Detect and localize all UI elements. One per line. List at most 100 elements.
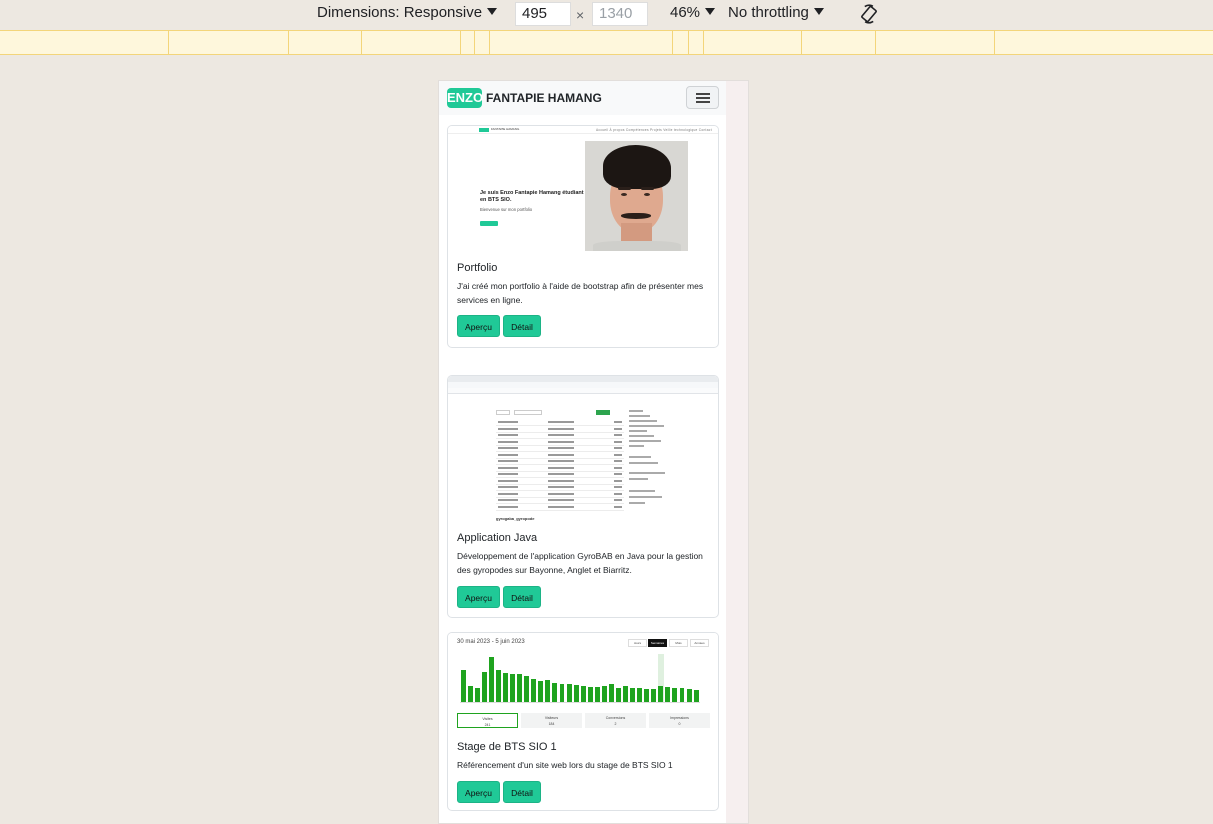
ruler-mark (489, 31, 490, 54)
chart-bar (467, 686, 473, 702)
chevron-down-icon (813, 8, 824, 15)
device-viewport: ENZO FANTAPIE HAMANG FANTAPIE HAMANG Acc… (438, 80, 749, 824)
dimensions-label: Dimensions: Responsive (317, 4, 483, 21)
java-thumbnail: gyrogaba_gyropode (448, 376, 718, 526)
thumb-brand: FANTAPIE HAMANG (491, 127, 520, 131)
stat-value: 2 (614, 722, 617, 726)
chart-bar (644, 689, 650, 702)
repo-file-row (496, 466, 624, 472)
repo-file-row (496, 479, 624, 485)
repo-file-row (496, 453, 624, 459)
detail-button[interactable]: Détail (503, 315, 541, 337)
repo-file-row (496, 485, 624, 491)
chart-bar (623, 686, 628, 702)
card-text: Développement de l'application GyroBAB e… (457, 551, 703, 575)
repo-sidebar-line (629, 472, 665, 474)
chart-bar (545, 680, 551, 702)
thumb-headline: Je suis Enzo Fantapie Hamang étudiant en… (480, 190, 584, 203)
chart-bar (651, 689, 657, 702)
chart-bar (587, 686, 593, 702)
chart-bar (665, 686, 671, 702)
repo-file-row (496, 492, 624, 498)
ruler-mark (361, 31, 362, 54)
rotate-icon[interactable] (858, 3, 880, 25)
thumb-subline: Bienvenue sur mon portfolio (480, 207, 533, 212)
repo-sidebar-line (629, 420, 657, 422)
detail-button[interactable]: Détail (503, 586, 541, 608)
thumb-navbar: FANTAPIE HAMANG Accueil À propos Compéte… (448, 126, 718, 134)
thumb-tab: Semaines (648, 639, 667, 647)
card-title: Application Java (457, 532, 538, 544)
throttling-label: No throttling (728, 4, 809, 21)
zoom-dropdown[interactable]: 46% (670, 4, 716, 21)
ruler-mark (288, 31, 289, 54)
stat-value: 241 (484, 723, 491, 727)
chart-bar (503, 673, 508, 702)
thumb-tab: Années (690, 639, 709, 647)
chart-bar (608, 684, 614, 702)
thumb-tab: Jours (628, 639, 647, 647)
ruler-mark (672, 31, 673, 54)
thumb-stat: Visites 241 (457, 713, 518, 728)
brand-name[interactable]: FANTAPIE HAMANG (486, 91, 602, 105)
brand-logo[interactable]: ENZO (447, 88, 483, 108)
repo-sidebar-line (629, 445, 644, 447)
scrollbar-track[interactable] (726, 81, 748, 823)
chart-bar (510, 674, 516, 702)
menu-toggle-button[interactable] (686, 86, 719, 109)
chart-bar (630, 687, 636, 702)
repo-file-row (496, 505, 624, 511)
repo-sidebar-line (629, 410, 643, 412)
chart-bar (686, 689, 692, 702)
repo-file-row (496, 446, 624, 452)
portfolio-thumbnail: FANTAPIE HAMANG Accueil À propos Compéte… (448, 126, 718, 258)
chevron-down-icon (487, 8, 498, 15)
height-input[interactable]: 1340 (592, 2, 648, 26)
project-card-java: gyrogaba_gyropode Application Java Dével… (447, 375, 719, 618)
stat-value: 184 (548, 722, 555, 726)
repo-sidebar-line (629, 502, 645, 504)
chart-bar (481, 672, 487, 702)
project-card-stage: 30 mai 2023 - 5 juin 2023 Jours Semaines… (447, 632, 719, 811)
chart-bar (559, 684, 565, 702)
dimensions-dropdown[interactable]: Dimensions: Responsive (317, 4, 498, 21)
stat-value: 0 (678, 722, 681, 726)
chart-bar (601, 686, 607, 702)
ruler-mark (875, 31, 876, 54)
ruler-mark (801, 31, 802, 54)
zoom-label: 46% (670, 4, 701, 21)
ruler-mark (703, 31, 704, 54)
chart-bar (517, 674, 523, 702)
detail-button[interactable]: Détail (503, 781, 541, 803)
thumb-stat: Impressions 0 (649, 713, 710, 728)
chart-bar (538, 681, 544, 702)
repo-file-row (496, 498, 624, 504)
preview-button[interactable]: Aperçu (457, 781, 500, 803)
chart-bar (566, 684, 572, 702)
thumb-links: Accueil À propos Compétences Projets Vei… (596, 128, 712, 132)
width-input[interactable]: 495 (515, 2, 571, 26)
thumb-tab: Mois (669, 639, 688, 647)
repo-sidebar-line (629, 496, 662, 498)
preview-button[interactable]: Aperçu (457, 315, 500, 337)
chart-bar (531, 678, 537, 702)
visits-bar-chart (460, 654, 700, 703)
project-card-portfolio: FANTAPIE HAMANG Accueil À propos Compéte… (447, 125, 719, 348)
preview-button[interactable]: Aperçu (457, 586, 500, 608)
chart-bar (580, 686, 586, 702)
ruler-mark (474, 31, 475, 54)
chart-bar (672, 688, 678, 702)
repo-sidebar-line (629, 462, 658, 464)
throttling-dropdown[interactable]: No throttling (728, 4, 824, 21)
chevron-down-icon (705, 8, 716, 15)
repo-file-row (496, 427, 624, 433)
profile-photo (585, 141, 688, 251)
chart-bar (594, 686, 600, 702)
card-title: Stage de BTS SIO 1 (457, 741, 557, 753)
ruler-mark (168, 31, 169, 54)
repo-caption: gyrogaba_gyropode (496, 516, 535, 521)
chart-bar (637, 687, 643, 702)
thumb-date-range: 30 mai 2023 - 5 juin 2023 (457, 639, 525, 645)
repo-file-row (496, 420, 624, 426)
card-text: J'ai créé mon portfolio à l'aide de boot… (457, 281, 704, 305)
